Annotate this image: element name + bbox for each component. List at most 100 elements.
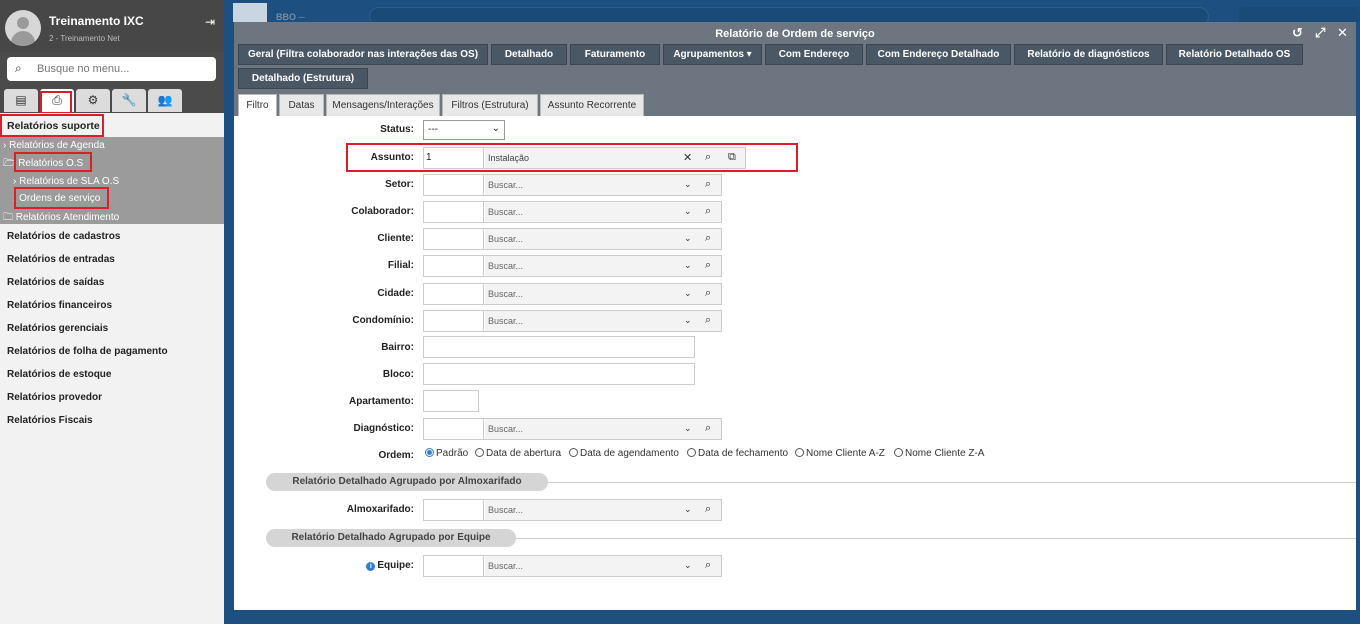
filial-code[interactable]: [424, 256, 484, 276]
chevron-down-icon[interactable]: ⌄: [684, 560, 692, 571]
logout-icon[interactable]: ⇥: [205, 15, 215, 29]
search-icon[interactable]: ⌕: [705, 503, 711, 516]
ordem-option-label: Nome Cliente A-Z: [806, 448, 885, 459]
sidebar-item-sla-os[interactable]: › Relatórios de SLA O.S: [13, 176, 119, 187]
menu-search[interactable]: ⌕: [7, 57, 216, 81]
sidebar-tab-table-icon[interactable]: ▤: [4, 89, 38, 112]
clear-icon[interactable]: ✕: [683, 151, 692, 164]
sidebar-item-gerenciais[interactable]: Relatórios gerenciais: [7, 323, 108, 334]
sidebar-tab-wrench-icon[interactable]: 🔧: [112, 89, 146, 112]
chevron-down-icon[interactable]: ⌄: [684, 260, 692, 271]
sidebar-item-cadastros[interactable]: Relatórios de cadastros: [7, 231, 120, 242]
sidebar-item-provedor[interactable]: Relatórios provedor: [7, 392, 102, 403]
bloco-input[interactable]: [423, 363, 695, 385]
ordem-radio-agendamento[interactable]: Data de agendamento: [569, 448, 679, 459]
diagnostico-code[interactable]: [424, 419, 484, 439]
tab-assunto-recorrente[interactable]: Assunto Recorrente: [540, 94, 644, 116]
search-icon[interactable]: ⌕: [705, 232, 711, 245]
tab-filtro[interactable]: Filtro: [238, 94, 277, 116]
chevron-down-icon[interactable]: ⌄: [684, 504, 692, 515]
ordem-radio-abertura[interactable]: Data de abertura: [475, 448, 561, 459]
chevron-down-icon[interactable]: ⌄: [684, 288, 692, 299]
background-logo: [233, 3, 267, 22]
ordem-radio-fechamento[interactable]: Data de fechamento: [687, 448, 788, 459]
highlight-ordens-servico: [14, 187, 109, 209]
close-icon[interactable]: ✕: [1337, 25, 1348, 41]
open-external-icon[interactable]: ⧉: [728, 151, 736, 164]
condominio-field[interactable]: Buscar... ⌄ ⌕: [423, 310, 722, 332]
equipe-code[interactable]: [424, 556, 484, 576]
bairro-input[interactable]: [423, 336, 695, 358]
apartamento-input[interactable]: [423, 390, 479, 412]
ordem-radio-padrao[interactable]: Padrão: [425, 448, 468, 459]
sidebar-item-estoque[interactable]: Relatórios de estoque: [7, 369, 111, 380]
geral-button[interactable]: Geral (Filtra colaborador nas interações…: [238, 44, 488, 65]
ordem-radio-nome-za[interactable]: Nome Cliente Z-A: [894, 448, 984, 459]
chevron-down-icon[interactable]: ⌄: [684, 233, 692, 244]
equipe-field[interactable]: Buscar... ⌄ ⌕: [423, 555, 722, 577]
search-icon[interactable]: ⌕: [705, 178, 711, 191]
cliente-code[interactable]: [424, 229, 484, 249]
tab-mensagens[interactable]: Mensagens/Interações: [326, 94, 440, 116]
setor-code[interactable]: [424, 175, 484, 195]
status-select[interactable]: --- ⌄: [423, 120, 505, 140]
search-icon[interactable]: ⌕: [705, 314, 711, 327]
faturamento-button[interactable]: Faturamento: [570, 44, 660, 65]
radio-checked-icon: [425, 448, 434, 457]
chevron-down-icon[interactable]: ⌄: [684, 206, 692, 217]
search-icon[interactable]: ⌕: [705, 422, 711, 435]
menu-search-input[interactable]: [37, 60, 207, 78]
chevron-down-icon[interactable]: ⌄: [684, 315, 692, 326]
history-icon[interactable]: ↺: [1292, 25, 1303, 41]
setor-field[interactable]: Buscar... ⌄ ⌕: [423, 174, 722, 196]
background-right-strip: [1356, 22, 1360, 624]
search-icon[interactable]: ⌕: [705, 287, 711, 300]
sidebar-item-label: Relatórios de Agenda: [9, 140, 105, 151]
cidade-field[interactable]: Buscar... ⌄ ⌕: [423, 283, 722, 305]
section-equipe: Relatório Detalhado Agrupado por Equipe: [266, 529, 516, 547]
search-icon[interactable]: ⌕: [705, 205, 711, 218]
ordem-radio-nome-az[interactable]: Nome Cliente A-Z: [795, 448, 885, 459]
sidebar-tab-gears-icon[interactable]: ⚙: [76, 89, 110, 112]
assunto-code[interactable]: 1: [424, 148, 484, 168]
sidebar-item-fiscais[interactable]: Relatórios Fiscais: [7, 415, 93, 426]
sidebar-item-entradas[interactable]: Relatórios de entradas: [7, 254, 115, 265]
maximize-icon[interactable]: ⤢: [1315, 25, 1325, 41]
com-endereco-detalhado-button[interactable]: Com Endereço Detalhado: [866, 44, 1011, 65]
cidade-code[interactable]: [424, 284, 484, 304]
filial-field[interactable]: Buscar... ⌄ ⌕: [423, 255, 722, 277]
condominio-code[interactable]: [424, 311, 484, 331]
diagnostico-field[interactable]: Buscar... ⌄ ⌕: [423, 418, 722, 440]
chevron-down-icon[interactable]: ⌄: [684, 423, 692, 434]
info-icon[interactable]: i: [366, 562, 376, 571]
cliente-field[interactable]: Buscar... ⌄ ⌕: [423, 228, 722, 250]
almoxarifado-field[interactable]: Buscar... ⌄ ⌕: [423, 499, 722, 521]
avatar[interactable]: [5, 10, 41, 46]
search-icon[interactable]: ⌕: [705, 259, 711, 272]
sidebar-submenu: › Relatórios de Agenda 🗁 Relatórios O.S …: [0, 137, 224, 224]
diagnosticos-button[interactable]: Relatório de diagnósticos: [1014, 44, 1163, 65]
colaborador-code[interactable]: [424, 202, 484, 222]
tab-filtros-estrutura[interactable]: Filtros (Estrutura): [442, 94, 538, 116]
tab-datas[interactable]: Datas: [279, 94, 324, 116]
detalhado-os-button[interactable]: Relatório Detalhado OS: [1166, 44, 1303, 65]
search-icon[interactable]: ⌕: [705, 151, 711, 164]
sidebar-item-saidas[interactable]: Relatórios de saídas: [7, 277, 104, 288]
com-endereco-button[interactable]: Com Endereço: [765, 44, 863, 65]
almoxarifado-code[interactable]: [424, 500, 484, 520]
assunto-field[interactable]: 1 Instalação ✕ ⌕ ⧉: [423, 147, 746, 169]
chevron-down-icon[interactable]: ⌄: [684, 179, 692, 190]
sidebar-tab-users-icon[interactable]: 👥: [148, 89, 182, 112]
search-icon[interactable]: ⌕: [705, 559, 711, 572]
sidebar-item-folha[interactable]: Relatórios de folha de pagamento: [7, 346, 168, 357]
highlight-section-title: [0, 114, 104, 137]
ordem-option-label: Nome Cliente Z-A: [905, 448, 985, 459]
colaborador-field[interactable]: Buscar... ⌄ ⌕: [423, 201, 722, 223]
sidebar-item-agenda[interactable]: › Relatórios de Agenda: [3, 140, 105, 151]
form-tabs: Filtro Datas Mensagens/Interações Filtro…: [234, 94, 1356, 116]
agrupamentos-dropdown[interactable]: Agrupamentos ▾: [663, 44, 762, 65]
sidebar-item-financeiros[interactable]: Relatórios financeiros: [7, 300, 112, 311]
sidebar-item-atendimento[interactable]: 🗀 Relatórios Atendimento: [3, 210, 119, 227]
detalhado-estrutura-button[interactable]: Detalhado (Estrutura): [238, 68, 368, 89]
detalhado-button[interactable]: Detalhado: [491, 44, 567, 65]
